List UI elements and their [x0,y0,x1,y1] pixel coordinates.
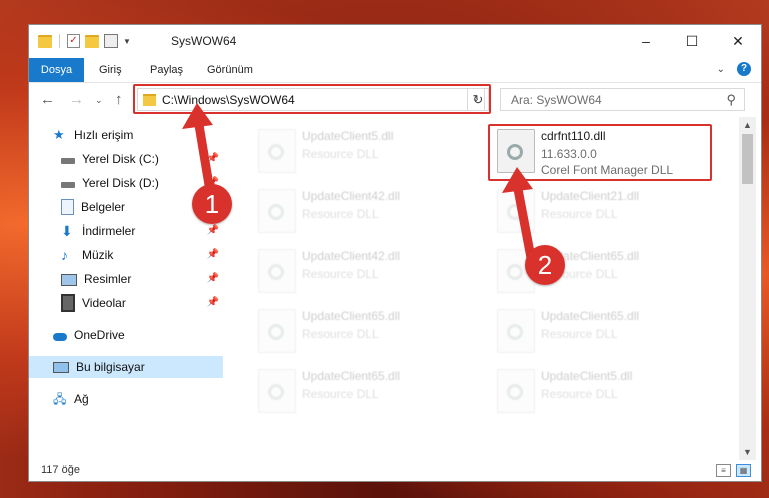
annotation-marker-2: 2 [525,245,565,285]
annotation-arrows [182,103,537,268]
arrow-1-head [182,103,213,129]
explorer-window: ✓ ▼ SysWOW64 – ☐ ✕ Dosya Giriş Paylaş Gö… [28,24,762,482]
annotation-marker-1: 1 [192,184,232,224]
arrow-2-head [502,167,533,193]
